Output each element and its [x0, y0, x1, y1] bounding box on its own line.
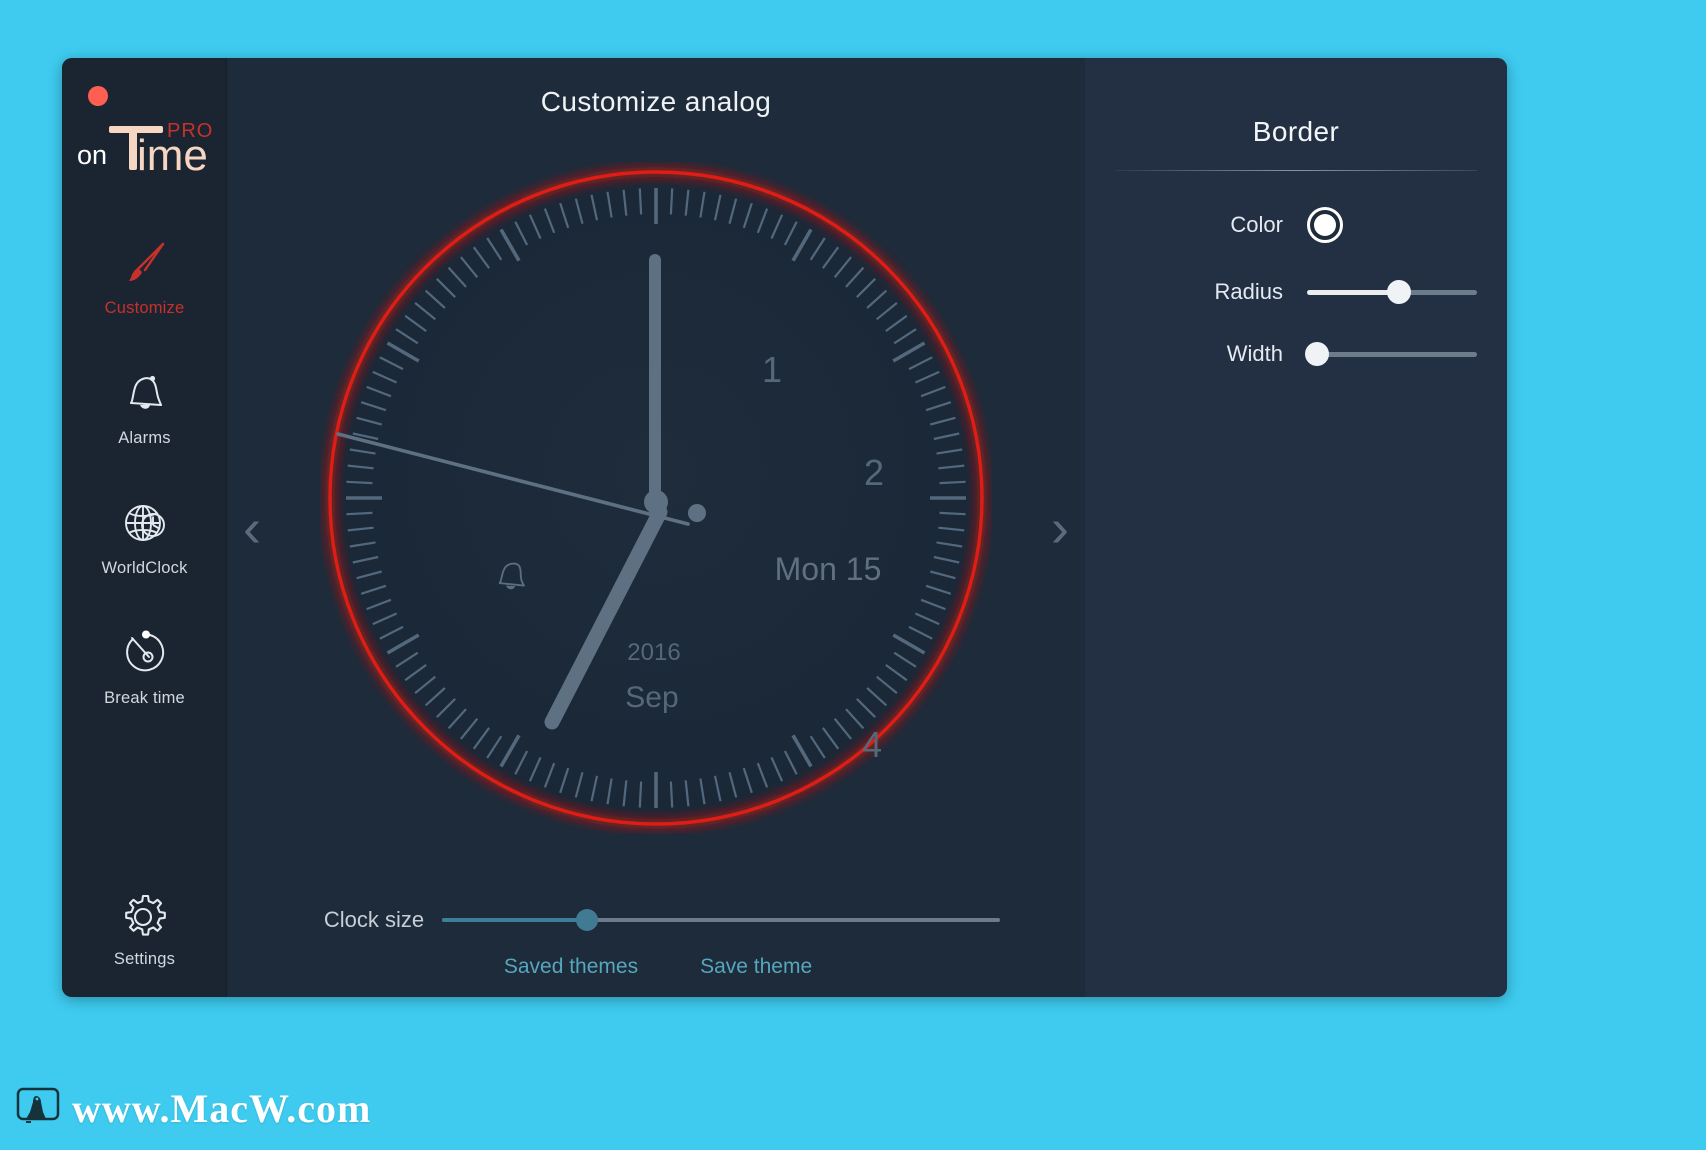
clock-center-hub — [644, 490, 668, 514]
save-theme-button[interactable]: Save theme — [700, 955, 812, 979]
clock-year: 2016 — [627, 639, 680, 666]
watermark: www.MacW.com — [16, 1085, 371, 1132]
clock-minute-hand — [649, 254, 661, 512]
sidebar-nav: Customize Alarms WorldClock Break time — [62, 226, 227, 746]
border-width-label: Width — [1226, 341, 1283, 366]
clock-size-thumb[interactable] — [576, 909, 599, 931]
clock-numeral: 1 — [762, 349, 782, 390]
clock-size-slider[interactable] — [442, 909, 1001, 931]
border-radius-thumb[interactable] — [1386, 280, 1411, 304]
svg-text:on: on — [77, 140, 107, 170]
border-radius-label: Radius — [1214, 279, 1283, 304]
clock-bottom-controls: Clock size Saved themes Save theme — [227, 907, 1085, 979]
border-color-swatch[interactable] — [1307, 207, 1343, 243]
next-clock-button[interactable]: › — [1051, 501, 1069, 555]
border-radius-slider[interactable] — [1307, 280, 1477, 304]
clock-numeral: 2 — [864, 452, 884, 493]
clock-size-row: Clock size — [227, 907, 1085, 933]
paintbrush-icon — [62, 235, 227, 291]
clock-size-label: Clock size — [323, 907, 425, 932]
border-color-label: Color — [1230, 212, 1283, 237]
page-title: Customize analog — [540, 86, 772, 117]
prev-clock-button[interactable]: ‹ — [243, 501, 261, 555]
saved-themes-button[interactable]: Saved themes — [504, 955, 638, 979]
clock-month: Sep — [625, 681, 678, 714]
panel-divider — [1115, 170, 1477, 171]
sidebar-item-alarms[interactable]: Alarms — [62, 356, 227, 462]
analog-clock-preview[interactable]: 1 2 4 5 6 Mon 15 2016 Sep — [320, 162, 992, 834]
watermark-text: www.MacW.com — [72, 1086, 372, 1131]
sidebar-item-label: Break time — [104, 689, 185, 707]
sidebar: on ime PRO Customize Alarms WorldClock B… — [62, 58, 227, 997]
clock-numeral: 4 — [862, 724, 882, 765]
border-radius-row: Radius — [1107, 279, 1485, 305]
border-width-slider[interactable] — [1305, 342, 1477, 366]
border-color-row: Color — [1107, 207, 1485, 243]
sidebar-item-label: Customize — [104, 299, 185, 317]
clock-date-day: Mon 15 — [775, 551, 882, 587]
border-radius-fill — [1307, 290, 1399, 295]
desktop-background: on ime PRO Customize Alarms WorldClock B… — [0, 0, 1706, 1150]
border-width-track — [1307, 352, 1477, 357]
theme-buttons-row: Saved themes Save theme — [227, 955, 1085, 979]
clock-size-fill — [442, 918, 588, 922]
border-settings-panel: Border Color Radius Width — [1085, 58, 1507, 997]
sidebar-item-break-time[interactable]: Break time — [62, 616, 227, 722]
gear-icon — [62, 892, 227, 946]
panel-title: Border — [1252, 116, 1340, 147]
clock-numeral: 5 — [762, 829, 782, 834]
sidebar-item-label: WorldClock — [101, 559, 188, 577]
stopwatch-icon — [62, 625, 227, 681]
sidebar-item-worldclock[interactable]: WorldClock — [62, 486, 227, 592]
border-width-thumb[interactable] — [1305, 342, 1330, 366]
sidebar-item-settings[interactable]: Settings — [62, 892, 227, 969]
center-panel: Customize analog ‹ › 1 2 4 Mon 15 2016 S… — [227, 58, 1085, 997]
monitor-penguin-icon — [16, 1086, 62, 1131]
globe-clock-icon — [62, 495, 227, 551]
sidebar-item-label: Settings — [113, 950, 176, 968]
border-width-row: Width — [1107, 341, 1485, 367]
app-logo: on ime PRO — [62, 110, 227, 172]
app-window: on ime PRO Customize Alarms WorldClock B… — [62, 58, 1507, 997]
svg-text:PRO: PRO — [167, 120, 213, 142]
bell-icon — [62, 365, 227, 421]
sidebar-item-label: Alarms — [118, 429, 171, 447]
clock-second-counterweight — [688, 504, 706, 522]
ontime-pro-logo-icon: on ime PRO — [77, 120, 213, 172]
close-window-button[interactable] — [88, 86, 108, 106]
sidebar-item-customize[interactable]: Customize — [62, 226, 227, 332]
